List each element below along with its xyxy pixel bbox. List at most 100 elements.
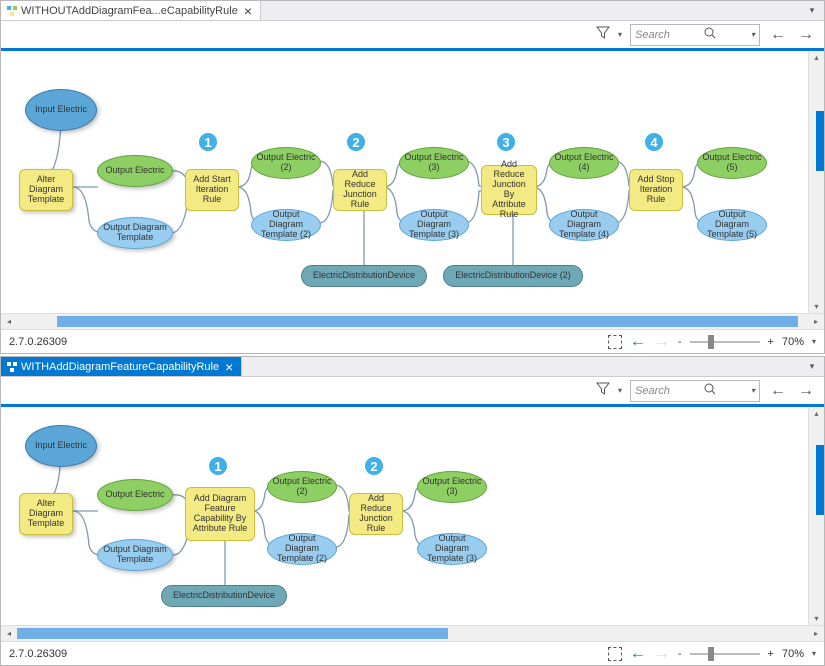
zoom-handle[interactable] bbox=[708, 335, 714, 349]
node-add-reduce-junction-by-attr[interactable]: Add Reduce Junction By Attribute Rule bbox=[481, 165, 537, 215]
hscroll-thumb[interactable] bbox=[57, 316, 798, 327]
vertical-scrollbar[interactable]: ▴ ▾ bbox=[808, 51, 824, 313]
badge-3: 3 bbox=[495, 131, 517, 153]
zoom-value: 70% bbox=[782, 336, 804, 348]
node-output-diagram-template-5[interactable]: Output Diagram Template (5) bbox=[697, 209, 767, 241]
badge-1: 1 bbox=[207, 455, 229, 477]
zoom-slider[interactable] bbox=[690, 341, 760, 343]
node-output-electric-2[interactable]: Output Electric (2) bbox=[251, 147, 321, 179]
history-fwd[interactable]: → bbox=[654, 333, 670, 351]
toolbar-top: ▾ Search ▾ ← → bbox=[1, 21, 824, 51]
history-fwd[interactable]: → bbox=[654, 645, 670, 663]
filter-icon[interactable] bbox=[596, 26, 610, 43]
node-output-electric-3[interactable]: Output Electric (3) bbox=[417, 471, 487, 503]
tab-with[interactable]: WITHAddDiagramFeatureCapabilityRule × bbox=[1, 357, 242, 376]
scroll-up-icon[interactable]: ▴ bbox=[814, 407, 818, 420]
node-add-diagram-feature-capability[interactable]: Add Diagram Feature Capability By Attrib… bbox=[185, 487, 255, 541]
node-output-diagram-template-4[interactable]: Output Diagram Template (4) bbox=[549, 209, 619, 241]
node-input-electric[interactable]: Input Electric bbox=[25, 425, 97, 467]
node-add-reduce-junction[interactable]: Add Reduce Junction Rule bbox=[333, 169, 387, 211]
zoom-slider[interactable] bbox=[690, 653, 760, 655]
node-add-start-iteration[interactable]: Add Start Iteration Rule bbox=[185, 169, 239, 211]
diagram-canvas-with[interactable]: Input Electric Alter Diagram Template Ou… bbox=[1, 407, 824, 625]
zoom-out[interactable]: - bbox=[678, 336, 682, 348]
tabbar-top: WITHOUTAddDiagramFea...eCapabilityRule ×… bbox=[1, 1, 824, 21]
badge-4: 4 bbox=[643, 131, 665, 153]
search-caret[interactable]: ▾ bbox=[751, 386, 755, 395]
horizontal-scrollbar[interactable]: ◂ ▸ bbox=[1, 625, 824, 641]
node-output-diagram-template-3[interactable]: Output Diagram Template (3) bbox=[417, 533, 487, 565]
diagram-icon bbox=[7, 6, 17, 16]
horizontal-scrollbar[interactable]: ◂ ▸ bbox=[1, 313, 824, 329]
node-output-diagram-template-3[interactable]: Output Diagram Template (3) bbox=[399, 209, 469, 241]
nav-prev[interactable]: ← bbox=[768, 27, 788, 43]
diagram-canvas-without[interactable]: Input Electric Alter Diagram Template Ou… bbox=[1, 51, 824, 313]
zoom-in[interactable]: + bbox=[768, 648, 774, 660]
scroll-up-icon[interactable]: ▴ bbox=[814, 51, 818, 64]
zoom-extent-icon[interactable] bbox=[608, 335, 622, 349]
nav-next[interactable]: → bbox=[796, 27, 816, 43]
badge-2: 2 bbox=[345, 131, 367, 153]
node-add-stop-iteration[interactable]: Add Stop Iteration Rule bbox=[629, 169, 683, 211]
statusbar-top: 2.7.0.26309 ← → - + 70% ▾ bbox=[1, 329, 824, 353]
connectors bbox=[1, 407, 806, 625]
scroll-right-icon[interactable]: ▸ bbox=[808, 314, 824, 329]
search-caret[interactable]: ▾ bbox=[751, 30, 755, 39]
tab-label: WITHOUTAddDiagramFea...eCapabilityRule bbox=[21, 5, 238, 17]
scroll-thumb[interactable] bbox=[816, 111, 824, 171]
node-output-electric-2[interactable]: Output Electric (2) bbox=[267, 471, 337, 503]
node-output-diagram-template[interactable]: Output Diagram Template bbox=[97, 217, 173, 249]
statusbar-bottom: 2.7.0.26309 ← → - + 70% ▾ bbox=[1, 641, 824, 665]
node-output-diagram-template-2[interactable]: Output Diagram Template (2) bbox=[267, 533, 337, 565]
node-edd[interactable]: ElectricDistributionDevice bbox=[161, 585, 287, 607]
node-output-diagram-template[interactable]: Output Diagram Template bbox=[97, 539, 173, 571]
node-output-diagram-template-2[interactable]: Output Diagram Template (2) bbox=[251, 209, 321, 241]
scroll-down-icon[interactable]: ▾ bbox=[814, 612, 818, 625]
scroll-down-icon[interactable]: ▾ bbox=[814, 300, 818, 313]
tab-label: WITHAddDiagramFeatureCapabilityRule bbox=[21, 361, 219, 373]
tab-overflow-caret[interactable]: ▾ bbox=[806, 357, 818, 376]
node-input-electric[interactable]: Input Electric bbox=[25, 89, 97, 131]
nav-next[interactable]: → bbox=[796, 383, 816, 399]
zoom-value: 70% bbox=[782, 648, 804, 660]
tabbar-bottom: WITHAddDiagramFeatureCapabilityRule × ▾ bbox=[1, 357, 824, 377]
tab-overflow-caret[interactable]: ▾ bbox=[806, 1, 818, 20]
node-output-electric-5[interactable]: Output Electric (5) bbox=[697, 147, 767, 179]
node-output-electric-3[interactable]: Output Electric (3) bbox=[399, 147, 469, 179]
vertical-scrollbar[interactable]: ▴ ▾ bbox=[808, 407, 824, 625]
scroll-right-icon[interactable]: ▸ bbox=[808, 626, 824, 641]
node-output-electric[interactable]: Output Electric bbox=[97, 479, 173, 511]
search-icon[interactable] bbox=[704, 383, 716, 398]
search-placeholder: Search bbox=[635, 385, 670, 397]
zoom-out[interactable]: - bbox=[678, 648, 682, 660]
history-back[interactable]: ← bbox=[630, 645, 646, 663]
scroll-left-icon[interactable]: ◂ bbox=[1, 314, 17, 329]
node-alter-diagram-template[interactable]: Alter Diagram Template bbox=[19, 169, 73, 211]
node-edd-2[interactable]: ElectricDistributionDevice (2) bbox=[443, 265, 583, 287]
node-alter-diagram-template[interactable]: Alter Diagram Template bbox=[19, 493, 73, 535]
close-icon[interactable]: × bbox=[223, 359, 235, 375]
zoom-caret[interactable]: ▾ bbox=[812, 649, 816, 658]
node-output-electric-4[interactable]: Output Electric (4) bbox=[549, 147, 619, 179]
node-add-reduce-junction[interactable]: Add Reduce Junction Rule bbox=[349, 493, 403, 535]
badge-2: 2 bbox=[363, 455, 385, 477]
node-output-electric[interactable]: Output Electric bbox=[97, 155, 173, 187]
toolbar-bottom: ▾ Search ▾ ← → bbox=[1, 377, 824, 407]
node-edd[interactable]: ElectricDistributionDevice bbox=[301, 265, 427, 287]
nav-prev[interactable]: ← bbox=[768, 383, 788, 399]
filter-caret[interactable]: ▾ bbox=[618, 30, 622, 39]
search-input[interactable]: Search ▾ bbox=[630, 24, 760, 46]
zoom-in[interactable]: + bbox=[768, 336, 774, 348]
version-label: 2.7.0.26309 bbox=[9, 336, 67, 348]
hscroll-thumb[interactable] bbox=[17, 628, 448, 639]
history-back[interactable]: ← bbox=[630, 333, 646, 351]
filter-caret[interactable]: ▾ bbox=[618, 386, 622, 395]
search-input[interactable]: Search ▾ bbox=[630, 380, 760, 402]
scroll-left-icon[interactable]: ◂ bbox=[1, 626, 17, 641]
close-icon[interactable]: × bbox=[242, 3, 254, 19]
search-icon[interactable] bbox=[704, 27, 716, 42]
zoom-caret[interactable]: ▾ bbox=[812, 337, 816, 346]
scroll-thumb[interactable] bbox=[816, 445, 824, 515]
filter-icon[interactable] bbox=[596, 382, 610, 399]
tab-without[interactable]: WITHOUTAddDiagramFea...eCapabilityRule × bbox=[1, 1, 261, 20]
